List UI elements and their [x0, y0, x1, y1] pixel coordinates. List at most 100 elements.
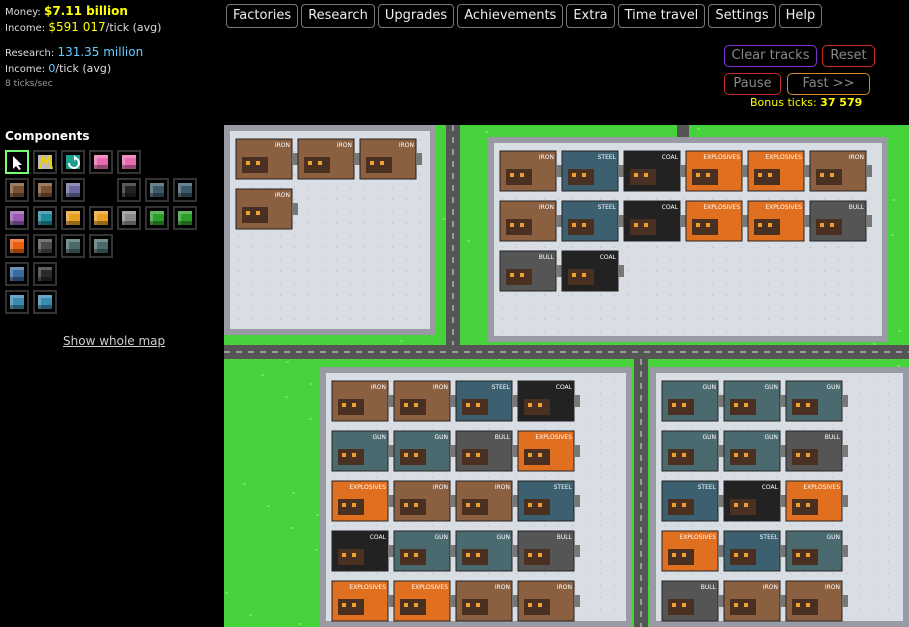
building-label: EXPLOSIVES [349, 484, 386, 491]
clock-component-button[interactable] [33, 262, 57, 286]
explosives-factory-component-button[interactable] [89, 206, 113, 230]
oil-component-button[interactable] [5, 206, 29, 230]
menu-help-button[interactable]: Help [778, 4, 823, 28]
building-label: IRON [539, 154, 554, 161]
steel-icon [178, 183, 192, 197]
palette-row [5, 234, 215, 258]
menu-research-button[interactable]: Research [301, 4, 375, 28]
coal-mine-component-button[interactable] [117, 178, 141, 202]
building-label: GUN [826, 534, 840, 541]
palette-row [5, 206, 215, 230]
building-label: IRON [539, 204, 554, 211]
seller-component-button[interactable] [117, 150, 141, 174]
building-label: IRON [763, 584, 778, 591]
building-label: COAL [662, 154, 679, 161]
research-value: 131.35 million [57, 45, 144, 59]
building-label: IRON [849, 154, 864, 161]
oil-icon [10, 211, 24, 225]
money-label: Money: [5, 7, 41, 18]
menu-extra-button[interactable]: Extra [566, 4, 615, 28]
building-label: COAL [370, 534, 387, 541]
quarry-icon [122, 211, 136, 225]
building-label: STEEL [492, 384, 511, 391]
pause-button[interactable]: Pause [724, 73, 781, 95]
menu-factories-button[interactable]: Factories [226, 4, 299, 28]
ore-icon [66, 183, 80, 197]
building-label: EXPLOSIVES [765, 204, 802, 211]
gear-component-button[interactable] [61, 234, 85, 258]
palette-row [5, 178, 215, 202]
building-label: COAL [600, 254, 617, 261]
building-label: IRON [557, 584, 572, 591]
palette-row [5, 150, 215, 174]
building-label: GUN [434, 434, 448, 441]
explosives-icon [66, 211, 80, 225]
road-horizontal [224, 345, 909, 359]
research-label: Research: [5, 48, 55, 59]
palette-empty-slot [89, 178, 113, 202]
building-label: STEEL [760, 534, 779, 541]
select-arrow-component-button[interactable] [5, 150, 29, 174]
factory-map-canvas[interactable]: IRON IRON IRON IRON IRON STEEL COAL EXPLOSIVES E… [224, 125, 909, 627]
building-label: EXPLOSIVES [411, 584, 448, 591]
explosives-factory-icon [94, 211, 108, 225]
building-label: EXPLOSIVES [535, 434, 572, 441]
clear-tracks-button[interactable]: Clear tracks [724, 45, 817, 67]
income-value: $591 017 [48, 20, 106, 34]
fast-forward-button[interactable]: Fast >> [787, 73, 870, 95]
steel-foundry-icon [150, 183, 164, 197]
steel-foundry-component-button[interactable] [145, 178, 169, 202]
monitor-component-button[interactable] [33, 290, 57, 314]
gear-icon [66, 239, 80, 253]
computer-icon [10, 295, 24, 309]
engine-component-button[interactable] [33, 234, 57, 258]
chemical-component-button[interactable] [33, 206, 57, 230]
ore-component-button[interactable] [61, 178, 85, 202]
iron-foundry-component-button[interactable] [33, 178, 57, 202]
building-label: STEEL [598, 154, 617, 161]
rotate-component-button[interactable] [61, 150, 85, 174]
rotate-icon [66, 155, 80, 169]
building-label: GUN [372, 434, 386, 441]
palette-row [5, 290, 215, 314]
menu-upgrades-button[interactable]: Upgrades [377, 4, 455, 28]
iron-mine-component-button[interactable] [5, 178, 29, 202]
factory-map[interactable]: IRON IRON IRON IRON IRON STEEL COAL EXPLOSIVES E… [224, 125, 909, 627]
gun-factory-component-button[interactable] [5, 234, 29, 258]
components-title: Components [5, 129, 90, 143]
clock-icon [38, 267, 52, 281]
building-label: GUN [826, 384, 840, 391]
bullet-component-button[interactable] [173, 206, 197, 230]
building-label: GUN [764, 434, 778, 441]
building-label: BULL [495, 434, 511, 441]
reset-button[interactable]: Reset [822, 45, 875, 67]
building-label: GUN [434, 534, 448, 541]
income-label: Income: [5, 23, 46, 34]
seller-icon [122, 155, 136, 169]
building-label: BULL [849, 204, 865, 211]
tube-component-button[interactable] [5, 262, 29, 286]
gun-component-button[interactable] [89, 234, 113, 258]
main-menu: Factories Research Upgrades Achievements… [226, 4, 823, 28]
gun-icon [94, 239, 108, 253]
menu-settings-button[interactable]: Settings [708, 4, 776, 28]
menu-achievements-button[interactable]: Achievements [457, 4, 564, 28]
building-label: BULL [557, 534, 573, 541]
steel-component-button[interactable] [173, 178, 197, 202]
bonus-ticks-value: 37 579 [820, 96, 863, 109]
bonus-ticks: Bonus ticks: 37 579 [750, 96, 862, 109]
show-whole-map-link[interactable]: Show whole map [63, 334, 165, 348]
green-factory-icon [150, 211, 164, 225]
green-factory-component-button[interactable] [145, 206, 169, 230]
menu-time-travel-button[interactable]: Time travel [617, 4, 706, 28]
select-arrow-icon [10, 155, 24, 170]
component-palette [5, 150, 215, 318]
building-label: IRON [433, 384, 448, 391]
gun-factory-icon [10, 239, 24, 253]
tick-speed: 8 ticks/sec [5, 79, 53, 89]
quarry-component-button[interactable] [117, 206, 141, 230]
buyer-component-button[interactable] [89, 150, 113, 174]
computer-component-button[interactable] [5, 290, 29, 314]
explosives-component-button[interactable] [61, 206, 85, 230]
conveyor-component-button[interactable] [33, 150, 57, 174]
